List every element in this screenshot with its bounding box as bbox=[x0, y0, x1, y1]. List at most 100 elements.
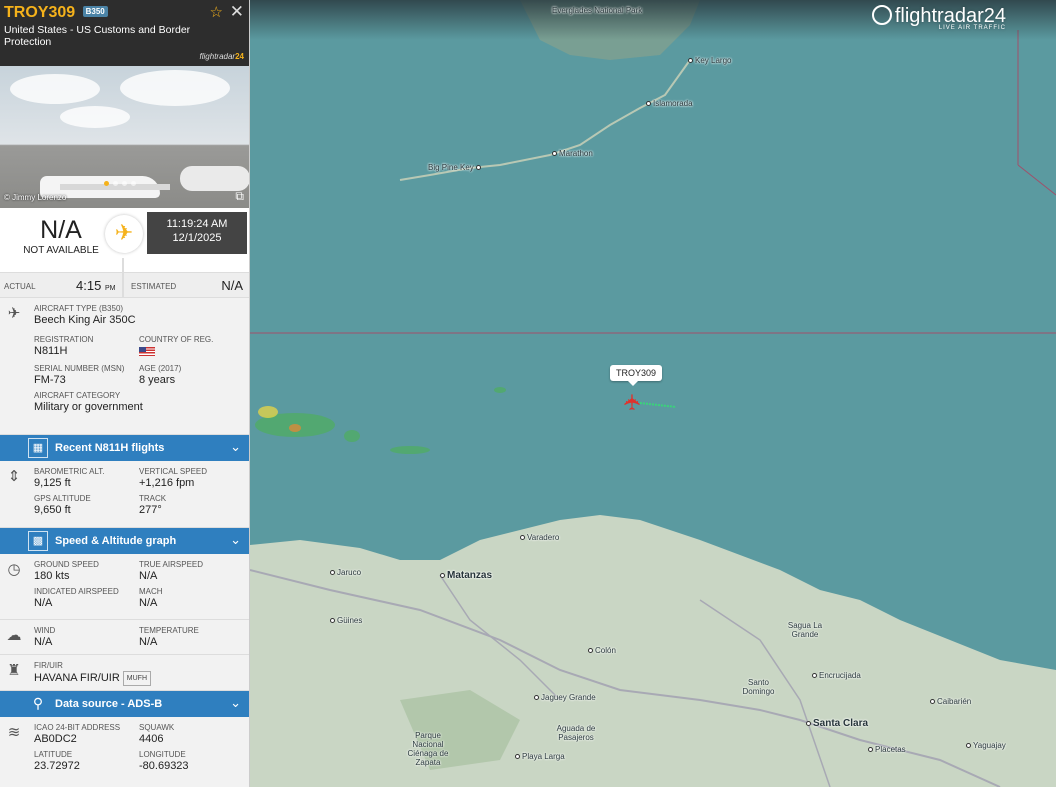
icao-label: ICAO 24-BIT ADDRESS bbox=[34, 723, 121, 732]
current-time: 11:19:24 AM bbox=[166, 218, 228, 230]
vertical-speed-label: VERTICAL SPEED bbox=[139, 467, 208, 476]
close-icon[interactable]: ✕ bbox=[230, 2, 244, 22]
radar-icon bbox=[871, 5, 892, 25]
temperature-label: TEMPERATURE bbox=[139, 626, 199, 635]
chevron-down-icon[interactable]: ⌄ bbox=[230, 532, 241, 548]
photo-credit: © Jimmy Lorenzo bbox=[4, 193, 67, 202]
mach-label: MACH bbox=[139, 587, 163, 596]
aircraft-marker-icon[interactable]: ✈ bbox=[620, 393, 645, 411]
ground-speed-label: GROUND SPEED bbox=[34, 560, 99, 569]
origin-code: N/A bbox=[40, 216, 82, 244]
speedometer-icon: ◷ bbox=[7, 561, 21, 578]
calendar-icon: ▦ bbox=[28, 438, 48, 458]
wind-value: N/A bbox=[34, 636, 53, 648]
fir-code-badge: MUFH bbox=[122, 671, 151, 686]
times-row: ACTUAL 4:15 PM ESTIMATED N/A bbox=[0, 273, 249, 298]
mach-value: N/A bbox=[139, 597, 158, 609]
map-label-santa-clara: Santa Clara bbox=[806, 718, 868, 729]
baro-alt-label: BAROMETRIC ALT. bbox=[34, 467, 105, 476]
brand-subtitle: LIVE AIR TRAFFIC bbox=[938, 25, 1006, 31]
speed-altitude-graph-bar[interactable]: ▩ Speed & Altitude graph ⌄ bbox=[0, 528, 249, 554]
aircraft-type-badge: B350 bbox=[82, 6, 108, 17]
data-source-label: Data source - ADS-B bbox=[55, 698, 163, 710]
baro-alt-value: 9,125 ft bbox=[34, 477, 71, 489]
age-value: 8 years bbox=[139, 374, 176, 386]
chevron-down-icon[interactable]: ⌄ bbox=[230, 439, 241, 455]
longitude-label: LONGITUDE bbox=[139, 750, 186, 759]
adsb-icon: ≋ bbox=[7, 724, 21, 741]
map-label-matanzas: Matanzas bbox=[440, 570, 492, 581]
category-label: AIRCRAFT CATEGORY bbox=[34, 391, 121, 400]
category-value: Military or government bbox=[34, 401, 143, 413]
map-label-big-pine-key: Big Pine Key bbox=[428, 163, 483, 172]
current-date: 12/1/2025 bbox=[172, 232, 222, 244]
map-label-park: Everglades National Park bbox=[552, 6, 643, 15]
current-time-box: 11:19:24 AM 12/1/2025 bbox=[147, 212, 247, 254]
aircraft-photo[interactable]: © Jimmy Lorenzo ⧉ bbox=[0, 66, 249, 208]
temperature-value: N/A bbox=[139, 636, 158, 648]
adsb-section: ≋ ICAO 24-BIT ADDRESS AB0DC2 SQUAWK 4406 L… bbox=[0, 717, 249, 787]
icao-value: AB0DC2 bbox=[34, 733, 77, 745]
weather-icon: ☁ bbox=[6, 627, 22, 644]
map-label-yaguajay: Yaguajay bbox=[966, 741, 1006, 750]
fir-value: HAVANA FIR/UIR MUFH bbox=[34, 671, 234, 686]
map-label-marathon: Marathon bbox=[552, 149, 593, 158]
speed-graph-label: Speed & Altitude graph bbox=[55, 535, 177, 547]
chevron-down-icon[interactable]: ⌄ bbox=[230, 695, 241, 711]
longitude-value: -80.69323 bbox=[139, 760, 189, 772]
altitude-icon: ⇕ bbox=[7, 468, 21, 485]
aircraft-type-label: AIRCRAFT TYPE (B350) bbox=[34, 304, 124, 313]
map-label-aguada: Aguada de Pasajeros bbox=[556, 724, 596, 742]
panel-header: TROY309 B350 United States - US Customs … bbox=[0, 0, 249, 66]
recent-flights-label: Recent N811H flights bbox=[55, 442, 165, 454]
map-label-islamorada: Islamorada bbox=[646, 99, 693, 108]
map-label-playa-larga: Playa Larga bbox=[515, 752, 565, 761]
vertical-speed-value: +1,216 fpm bbox=[139, 477, 195, 489]
serial-value: FM-73 bbox=[34, 374, 66, 386]
us-flag-icon bbox=[139, 347, 155, 356]
latitude-label: LATITUDE bbox=[34, 750, 73, 759]
squawk-value: 4406 bbox=[139, 733, 164, 745]
weather-section: ☁ WIND N/A TEMPERATURE N/A bbox=[0, 620, 249, 655]
age-label: AGE (2017) bbox=[139, 364, 182, 373]
serial-label: SERIAL NUMBER (MSN) bbox=[34, 364, 125, 373]
squawk-label: SQUAWK bbox=[139, 723, 175, 732]
map-label-jaruco: Jaruco bbox=[330, 568, 361, 577]
flightradar24-logo: flightradar24 LIVE AIR TRAFFIC bbox=[871, 5, 1006, 31]
gps-alt-label: GPS ALTITUDE bbox=[34, 494, 91, 503]
gps-alt-value: 9,650 ft bbox=[34, 504, 71, 516]
map-label-placetas: Placetas bbox=[868, 745, 906, 754]
data-source-bar[interactable]: ⚲ Data source - ADS-B ⌄ bbox=[0, 691, 249, 717]
aircraft-callout[interactable]: TROY309 bbox=[610, 365, 663, 386]
registration-label: REGISTRATION bbox=[34, 335, 94, 344]
airline-name: United States - US Customs and Border Pr… bbox=[4, 24, 191, 48]
fir-label: FIR/UIR bbox=[34, 661, 63, 670]
photo-plane-shape-2 bbox=[180, 166, 249, 191]
indicated-airspeed-value: N/A bbox=[34, 597, 53, 609]
flight-info-panel: TROY309 B350 United States - US Customs … bbox=[0, 0, 250, 787]
map-label-guines: Güines bbox=[330, 616, 362, 625]
ground-speed-value: 180 kts bbox=[34, 570, 70, 582]
indicated-airspeed-label: INDICATED AIRSPEED bbox=[34, 587, 119, 596]
actual-label: ACTUAL bbox=[4, 282, 36, 291]
route-summary: N/A NOT AVAILABLE ✈ 11:19:24 AM 12/1/202… bbox=[0, 208, 249, 273]
speed-section: ◷ GROUND SPEED 180 kts TRUE AIRSPEED N/A I… bbox=[0, 554, 249, 620]
plane-icon: ✈ bbox=[105, 215, 143, 253]
track-label: TRACK bbox=[139, 494, 167, 503]
star-icon[interactable]: ☆ bbox=[210, 3, 223, 21]
true-airspeed-label: TRUE AIRSPEED bbox=[139, 560, 204, 569]
map-label-key-largo: Key Largo bbox=[688, 56, 731, 65]
recent-flights-bar[interactable]: ▦ Recent N811H flights ⌄ bbox=[0, 435, 249, 461]
photo-carousel-dots[interactable] bbox=[104, 173, 140, 191]
wind-label: WIND bbox=[34, 626, 56, 635]
true-airspeed-value: N/A bbox=[139, 570, 158, 582]
track-value: 277° bbox=[139, 504, 162, 516]
external-link-icon[interactable]: ⧉ bbox=[235, 189, 244, 204]
panel-logo: flightradar24 bbox=[199, 52, 244, 61]
brand-name: flightradar24 bbox=[894, 5, 1006, 27]
estimated-value: N/A bbox=[221, 278, 243, 293]
map-label-sagua: Sagua La Grande bbox=[787, 621, 823, 639]
map-label-jaguey: Jaguey Grande bbox=[534, 693, 596, 702]
origin-name: NOT AVAILABLE bbox=[23, 245, 99, 256]
map-label-santo-domingo: Santo Domingo bbox=[742, 678, 775, 696]
